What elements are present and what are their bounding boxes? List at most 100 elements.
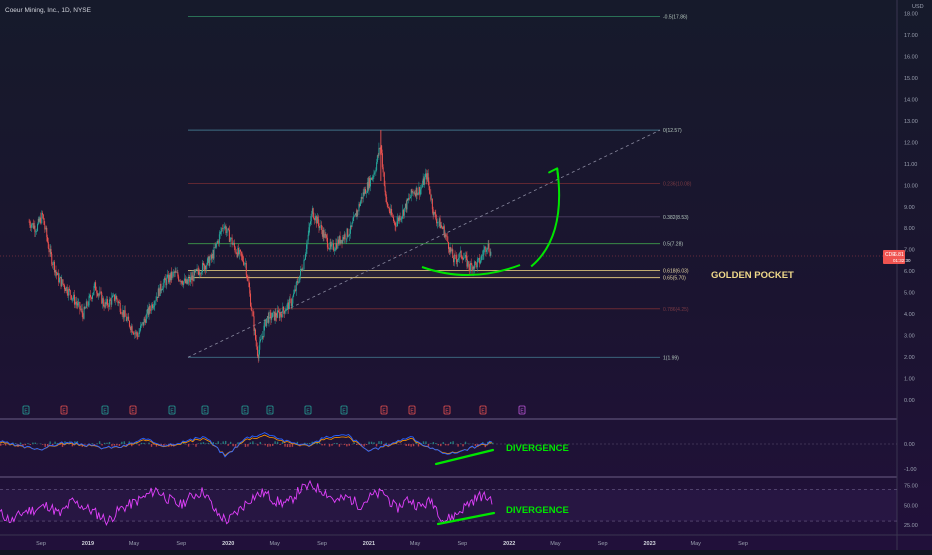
- candle-body: [108, 305, 109, 307]
- candle-body: [474, 262, 475, 269]
- candle-body: [408, 198, 409, 200]
- candle: [289, 296, 290, 309]
- macd-histogram-bar: [321, 444, 322, 445]
- macd-histogram-bar: [121, 442, 122, 444]
- price-tag-countdown: 01:32:30: [893, 258, 911, 263]
- macd-divergence-line[interactable]: [436, 450, 493, 464]
- candle: [336, 239, 337, 250]
- time-tick-label: May: [550, 541, 561, 547]
- candle-body: [349, 234, 350, 236]
- candle: [435, 210, 436, 221]
- candle: [373, 170, 374, 179]
- candle-body: [347, 229, 348, 237]
- macd-histogram-bar: [435, 443, 436, 444]
- candle-body: [300, 269, 301, 276]
- event-markers[interactable]: EEEEEEEEEEEEEEE: [23, 406, 525, 414]
- macd-histogram-bar: [232, 444, 233, 446]
- macd-histogram-bar: [425, 441, 426, 444]
- candle-body: [247, 279, 248, 281]
- projection-arrow-path[interactable]: [531, 168, 559, 266]
- candle-body: [209, 259, 210, 265]
- candle-body: [372, 177, 373, 179]
- candle-body: [393, 217, 394, 221]
- candle-body: [384, 172, 385, 185]
- candle-body: [144, 319, 145, 320]
- candle-body: [35, 232, 36, 233]
- candle: [84, 304, 85, 320]
- candle-body: [366, 193, 367, 194]
- candle: [408, 193, 409, 203]
- fib-level-label: -0.5(17.86): [663, 15, 688, 21]
- candle-body: [99, 294, 100, 295]
- projection-arrow[interactable]: [531, 168, 559, 266]
- price-tick-label: 15.00: [904, 76, 918, 82]
- macd-histogram-bar: [25, 444, 26, 445]
- fibonacci-retracement[interactable]: -0.5(17.86)0(12.57)0.236(10.08)0.382(8.5…: [188, 15, 692, 362]
- candle-body: [88, 305, 89, 306]
- macd-histogram-bar: [245, 444, 246, 447]
- candle-body: [326, 235, 327, 237]
- macd-histogram-bar: [227, 444, 228, 446]
- candle-body: [331, 244, 332, 246]
- candle-body: [273, 312, 274, 313]
- macd-histogram-bar: [257, 444, 258, 446]
- chart-stage[interactable]: 0.001.002.003.004.005.006.007.008.009.00…: [0, 0, 932, 550]
- candle-body: [370, 178, 371, 187]
- candle-body: [285, 310, 286, 311]
- macd-histogram-bar: [447, 444, 448, 445]
- macd-histogram-bar: [460, 443, 461, 444]
- candle-body: [139, 333, 140, 337]
- price-tick-label: 9.00: [904, 205, 915, 211]
- candle: [459, 252, 460, 263]
- candle-body: [132, 326, 133, 332]
- candle-body: [153, 307, 154, 309]
- price-tick-label: 8.00: [904, 226, 915, 232]
- candle-body: [421, 187, 422, 189]
- candle-body: [215, 244, 216, 247]
- macd-histogram-bar: [413, 444, 414, 446]
- candle: [255, 328, 256, 341]
- projection-arrowhead[interactable]: [549, 168, 558, 177]
- candle-body: [442, 227, 443, 229]
- candle-body: [203, 263, 204, 264]
- candle-body: [395, 222, 396, 226]
- candle: [140, 322, 141, 332]
- macd-histogram-bar: [475, 444, 476, 446]
- candle: [144, 317, 145, 325]
- macd-histogram-bar: [198, 443, 199, 444]
- time-tick-label: Sep: [738, 541, 748, 547]
- candle-body: [50, 249, 51, 254]
- candle-body: [172, 272, 173, 278]
- candle-body: [478, 259, 479, 261]
- macd-histogram-bar: [225, 441, 226, 444]
- macd-histogram-bar: [334, 443, 335, 444]
- candle-body: [429, 186, 430, 193]
- candle-body: [44, 218, 45, 224]
- candle-body: [418, 193, 419, 195]
- time-tick-label: Sep: [36, 541, 46, 547]
- macd-histogram-bar: [260, 442, 261, 444]
- candle-body: [241, 252, 242, 256]
- candle: [74, 290, 75, 308]
- candle-body: [59, 278, 60, 282]
- candle-body: [49, 248, 50, 252]
- time-tick-label: 2019: [82, 541, 94, 547]
- macd-histogram-bar: [2, 444, 3, 445]
- candle-body: [352, 223, 353, 227]
- candle-body: [360, 201, 361, 205]
- fib-level-label: 0.618(6.03): [663, 269, 689, 275]
- candle-body: [31, 225, 32, 228]
- candle: [56, 272, 57, 279]
- macd-histogram-bar: [205, 443, 206, 444]
- candle-body: [392, 215, 393, 217]
- candle-body: [162, 289, 163, 290]
- chart-canvas[interactable]: 0.001.002.003.004.005.006.007.008.009.00…: [0, 0, 932, 550]
- candle-body: [467, 261, 468, 266]
- candle: [350, 221, 351, 238]
- candle-body: [226, 232, 227, 233]
- candle: [308, 222, 309, 236]
- macd-histogram-bar: [410, 444, 411, 447]
- candle-body: [219, 234, 220, 243]
- candle-body: [57, 273, 58, 275]
- candle: [79, 302, 80, 315]
